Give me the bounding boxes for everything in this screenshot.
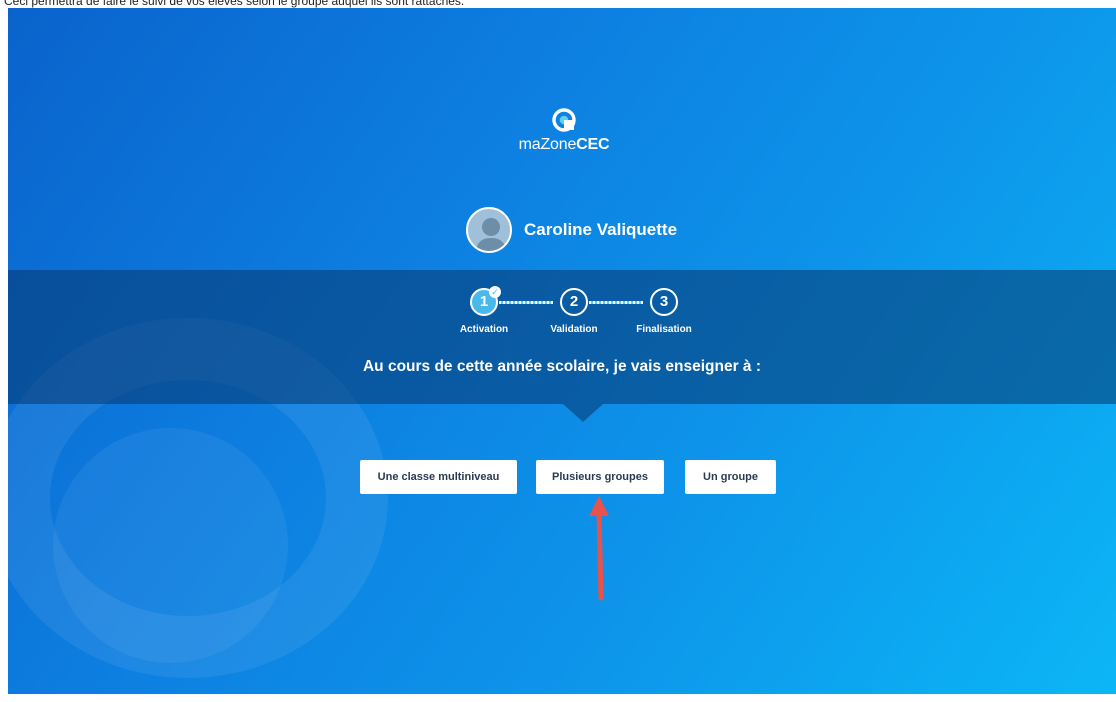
question-heading: Au cours de cette année scolaire, je vai… <box>362 358 761 375</box>
user-avatar-icon <box>466 207 512 253</box>
progress-stepper: 1 ✓ Activation 2 Validation 3 Finalisati… <box>444 286 704 342</box>
screenshot-caption: Ceci permettra de faire le suivi de vos … <box>4 0 465 8</box>
step-activation: 1 ✓ Activation <box>444 286 524 335</box>
user-name: Caroline Valiquette <box>524 220 678 239</box>
step-label: Validation <box>550 324 598 335</box>
step-validation: 2 Validation <box>534 288 614 335</box>
check-icon: ✓ <box>489 286 501 298</box>
multilevel-class-button[interactable]: Une classe multiniveau <box>360 460 517 494</box>
brand-logo: maZoneCEC <box>512 108 616 154</box>
step-circle: 3 <box>650 288 678 316</box>
one-group-button[interactable]: Un groupe <box>685 460 776 494</box>
several-groups-button[interactable]: Plusieurs groupes <box>536 460 664 494</box>
red-arrow-annotation <box>589 496 609 601</box>
activation-screen: maZoneCEC Caroline Valiquette 1 ✓ Activa… <box>8 8 1116 694</box>
brand-name: maZoneCEC <box>518 136 610 153</box>
user-profile: Caroline Valiquette <box>466 206 677 254</box>
mazone-logo-icon <box>552 108 576 132</box>
step-label: Activation <box>459 324 509 335</box>
band-pointer <box>563 404 603 422</box>
step-label: Finalisation <box>636 324 692 335</box>
step-circle: 1 ✓ <box>470 286 501 316</box>
background-disc-decoration <box>53 428 288 663</box>
step-finalisation: 3 Finalisation <box>624 288 704 335</box>
step-circle: 2 <box>560 288 588 316</box>
